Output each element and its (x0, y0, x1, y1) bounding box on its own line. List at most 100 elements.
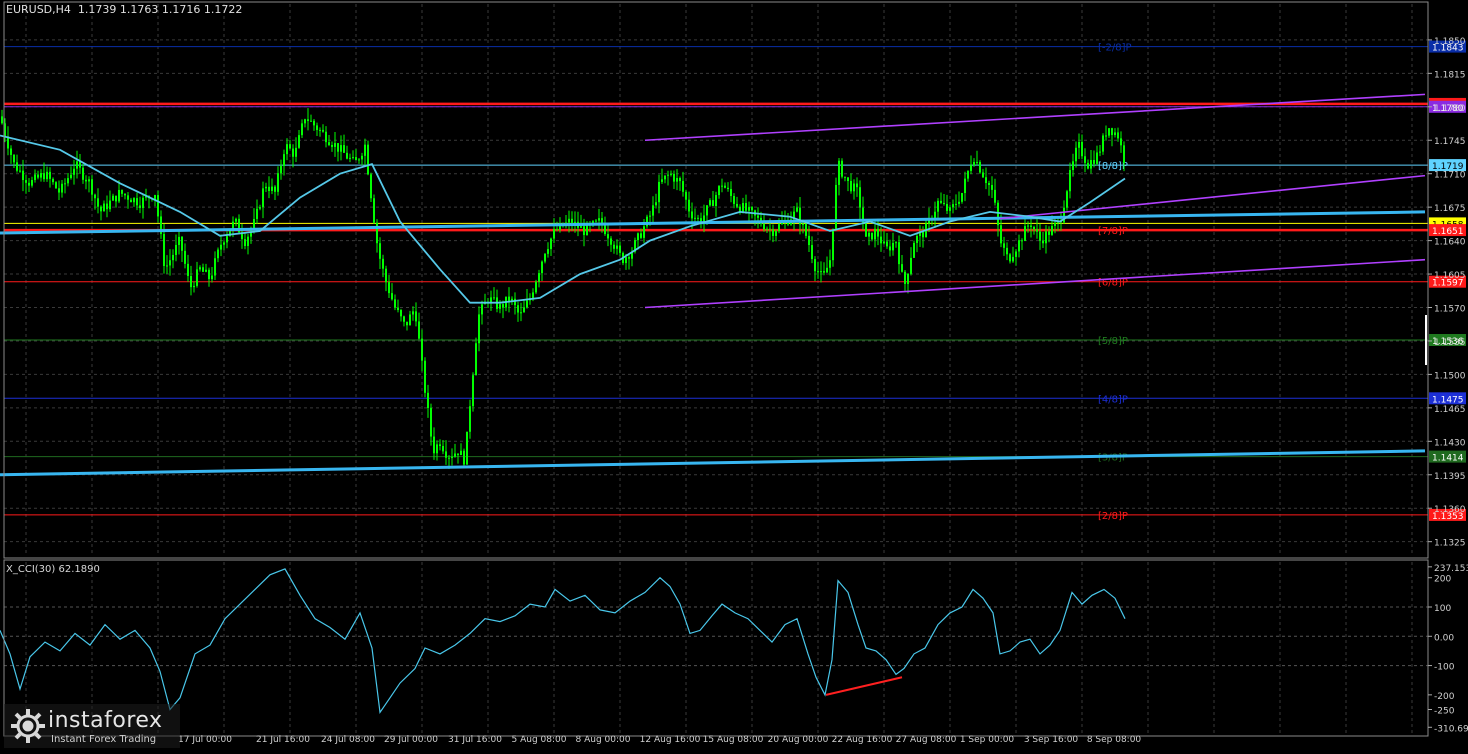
candle-body (1018, 240, 1020, 252)
murrey-level-label: [7/8]P (1098, 226, 1128, 237)
candle-body (952, 204, 954, 208)
candle-body (475, 343, 477, 376)
cci-tick-label: -250 (1434, 707, 1455, 717)
candle-body (625, 257, 627, 264)
x-tick-label: 31 Jul 16:00 (448, 735, 502, 745)
candle-body (628, 257, 630, 259)
candle-body (259, 207, 261, 209)
candle-body (916, 235, 918, 243)
candle-body (169, 260, 171, 266)
candle-body (211, 275, 213, 280)
candle-body (856, 183, 858, 188)
candle-body (478, 314, 480, 344)
candle-body (334, 143, 336, 147)
candle-body (640, 233, 642, 238)
candle-body (343, 145, 345, 153)
candle-body (274, 186, 276, 192)
candle-body (418, 321, 420, 339)
candle-body (448, 457, 450, 459)
candle-body (616, 245, 618, 249)
candle-body (730, 189, 732, 196)
murrey-level-label: [4/8]P (1098, 394, 1128, 405)
candle-body (1042, 240, 1044, 244)
candle-body (586, 224, 588, 236)
candle-body (652, 205, 654, 216)
candle-body (304, 119, 306, 124)
candle-body (424, 360, 426, 393)
candle-body (763, 224, 765, 230)
candle-body (670, 173, 672, 175)
murrey-level-label: [5/8]P (1098, 336, 1128, 347)
murrey-level-label: [3/8]P (1098, 453, 1128, 464)
candle-body (73, 168, 75, 175)
murrey-level-label: [2/8]P (1098, 511, 1128, 522)
candle-body (430, 407, 432, 437)
candle-body (508, 296, 510, 302)
candle-body (340, 145, 342, 152)
candle-body (1117, 132, 1119, 139)
candle-body (889, 246, 891, 251)
candle-body (490, 297, 492, 303)
candle-body (517, 305, 519, 313)
candle-body (346, 152, 348, 159)
candle-body (961, 193, 963, 202)
candle-body (865, 223, 867, 237)
candle-body (817, 271, 819, 273)
candle-body (1048, 231, 1050, 235)
candle-body (163, 234, 165, 266)
candle-body (811, 245, 813, 260)
candle-body (364, 144, 366, 156)
candle-body (1123, 145, 1125, 163)
candle-body (394, 299, 396, 308)
candle-body (991, 185, 993, 190)
candle-body (94, 194, 96, 199)
candle-body (709, 200, 711, 206)
candle-body (130, 199, 132, 203)
candle-body (349, 157, 351, 159)
price-level-label: 1.1651 (1432, 227, 1464, 237)
candle-body (1078, 141, 1080, 148)
candle-body (727, 187, 729, 190)
candle-body (796, 207, 798, 212)
candle-body (403, 316, 405, 322)
candle-body (1027, 225, 1029, 227)
candle-body (298, 135, 300, 148)
candle-body (1096, 152, 1098, 164)
candle-body (778, 224, 780, 231)
cci-tick-label: 0.00 (1434, 633, 1454, 643)
candle-body (184, 250, 186, 264)
candle-body (178, 236, 180, 245)
candle-body (1009, 254, 1011, 262)
candle-body (112, 195, 114, 201)
candle-body (64, 183, 66, 185)
candle-body (1105, 135, 1107, 137)
candle-body (172, 254, 174, 261)
candle-body (301, 123, 303, 136)
candle-body (844, 176, 846, 178)
candle-body (871, 232, 873, 240)
candle-body (847, 177, 849, 182)
candle-body (91, 179, 93, 195)
candle-body (604, 225, 606, 235)
candle-body (685, 191, 687, 200)
candle-body (643, 226, 645, 238)
candle-body (880, 236, 882, 244)
candle-body (307, 119, 309, 121)
candle-body (1039, 231, 1041, 241)
candle-body (697, 217, 699, 219)
candle-body (1006, 247, 1008, 255)
candle-body (532, 292, 534, 299)
candle-body (445, 451, 447, 458)
candle-body (733, 195, 735, 204)
candle-body (958, 201, 960, 204)
candle-body (751, 207, 753, 211)
x-tick-label: 29 Jul 00:00 (384, 735, 438, 745)
candle-body (472, 375, 474, 407)
candle-body (262, 188, 264, 208)
y-tick-label: 1.1570 (1434, 305, 1466, 315)
candle-body (376, 222, 378, 244)
candle-body (388, 282, 390, 294)
chart-svg[interactable]: 1.1843[-2/8]P1.17831.17801.1719[8/8]P1.1… (0, 0, 1468, 750)
y-tick-label: 1.1325 (1434, 539, 1466, 549)
candle-body (979, 161, 981, 173)
